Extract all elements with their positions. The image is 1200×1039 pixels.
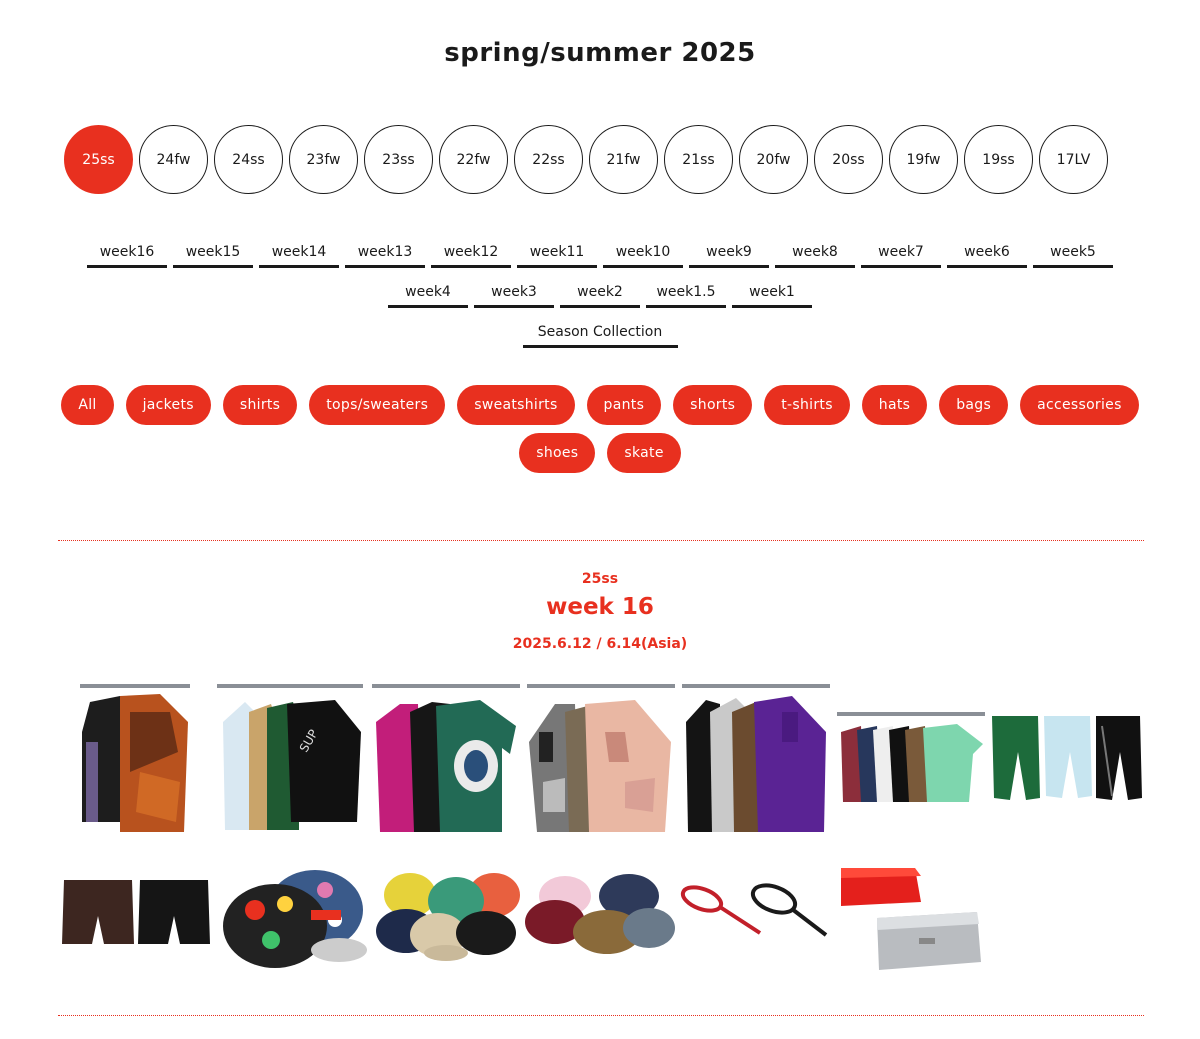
category-filters-row-2: shoes skate [0,433,1200,473]
cap-icon [223,870,367,968]
t-shirts-thumbnail[interactable] [835,710,987,810]
season-selector: 25ss 24fw 24ss 23fw 23ss 22fw 22ss 21fw … [64,125,1108,194]
hoodie-rack-icon [682,684,830,832]
week-tab-9[interactable]: week9 [689,242,769,268]
category-shirts[interactable]: shirts [222,385,298,425]
week-tab-5[interactable]: week5 [1033,242,1113,268]
season-21ss[interactable]: 21ss [664,125,733,194]
shirts-thumbnail[interactable] [370,682,522,834]
category-pants[interactable]: pants [586,385,662,425]
season-20ss[interactable]: 20ss [814,125,883,194]
category-skate[interactable]: skate [607,433,681,473]
season-22fw[interactable]: 22fw [439,125,508,194]
shorts-icon [62,880,210,944]
season-22ss[interactable]: 22ss [514,125,583,194]
week-tab-16[interactable]: week16 [87,242,167,268]
racket-icon [680,883,828,937]
category-shoes[interactable]: shoes [519,433,596,473]
shirt-rack-icon [527,684,675,832]
jacket-rack-icon: SUP [217,684,363,830]
season-19ss[interactable]: 19ss [964,125,1033,194]
page-title: spring/summer 2025 [444,38,756,68]
season-17lv[interactable]: 17LV [1039,125,1108,194]
week-tab-1-5[interactable]: week1.5 [646,282,726,308]
category-all[interactable]: All [61,385,114,425]
6-panel-caps-thumbnail[interactable] [370,865,522,965]
week-tab-13[interactable]: week13 [345,242,425,268]
week-tab-6[interactable]: week6 [947,242,1027,268]
week-tab-2[interactable]: week2 [560,282,640,308]
bucket-hats-thumbnail[interactable] [525,866,677,958]
season-collection-row: Season Collection [0,322,1200,348]
drop-date: 2025.6.12 / 6.14(Asia) [512,636,688,652]
track-pants-thumbnail[interactable] [988,712,1143,804]
hat-icon [525,874,675,954]
season-23fw[interactable]: 23fw [289,125,358,194]
week-tab-14[interactable]: week14 [259,242,339,268]
week-tab-4[interactable]: week4 [388,282,468,308]
jacket-rack-icon [80,684,190,832]
week-tab-1[interactable]: week1 [732,282,812,308]
toolbox-icon [841,868,981,970]
week-tabs-row-1: week16 week15 week14 week13 week12 week1… [0,242,1200,268]
week-tab-3[interactable]: week3 [474,282,554,308]
toolboxes-thumbnail[interactable] [835,858,985,980]
printed-cap-thumbnail[interactable] [215,850,367,972]
section-divider-bottom [58,1015,1144,1016]
week-tab-10[interactable]: week10 [603,242,683,268]
tennis-rackets-thumbnail[interactable] [680,883,832,945]
drop-week-title: week 16 [546,594,654,620]
category-jackets[interactable]: jackets [125,385,211,425]
season-19fw[interactable]: 19fw [889,125,958,194]
season-24ss[interactable]: 24ss [214,125,283,194]
season-collection-tab[interactable]: Season Collection [522,322,678,348]
varsity-jackets-thumbnail[interactable]: SUP [215,682,365,834]
shirt-rack-icon [372,684,520,832]
category-filters-row-1: All jackets shirts tops/sweaters sweatsh… [0,385,1200,425]
season-23ss[interactable]: 23ss [364,125,433,194]
zip-hoodies-thumbnail[interactable] [680,682,832,834]
leather-shorts-thumbnail[interactable] [60,876,212,948]
season-25ss[interactable]: 25ss [64,125,133,194]
season-24fw[interactable]: 24fw [139,125,208,194]
week-tab-11[interactable]: week11 [517,242,597,268]
tshirt-rack-icon [837,712,985,802]
pants-icon [992,716,1142,800]
category-t-shirts[interactable]: t-shirts [764,385,850,425]
category-bags[interactable]: bags [939,385,1009,425]
section-divider-top [58,540,1144,541]
category-accessories[interactable]: accessories [1020,385,1139,425]
category-tops-sweaters[interactable]: tops/sweaters [309,385,446,425]
week-tab-8[interactable]: week8 [775,242,855,268]
camo-shirts-thumbnail[interactable] [525,682,677,834]
season-21fw[interactable]: 21fw [589,125,658,194]
drop-season-label: 25ss [581,571,619,587]
week-tab-7[interactable]: week7 [861,242,941,268]
category-hats[interactable]: hats [861,385,928,425]
category-sweatshirts[interactable]: sweatshirts [457,385,575,425]
season-20fw[interactable]: 20fw [739,125,808,194]
week-tabs-row-2: week4 week3 week2 week1.5 week1 [0,282,1200,308]
cap-icon [376,873,520,961]
week-tab-12[interactable]: week12 [431,242,511,268]
week-tab-15[interactable]: week15 [173,242,253,268]
category-shorts[interactable]: shorts [673,385,753,425]
jackets-camo-hoodie-thumbnail[interactable] [60,682,210,834]
